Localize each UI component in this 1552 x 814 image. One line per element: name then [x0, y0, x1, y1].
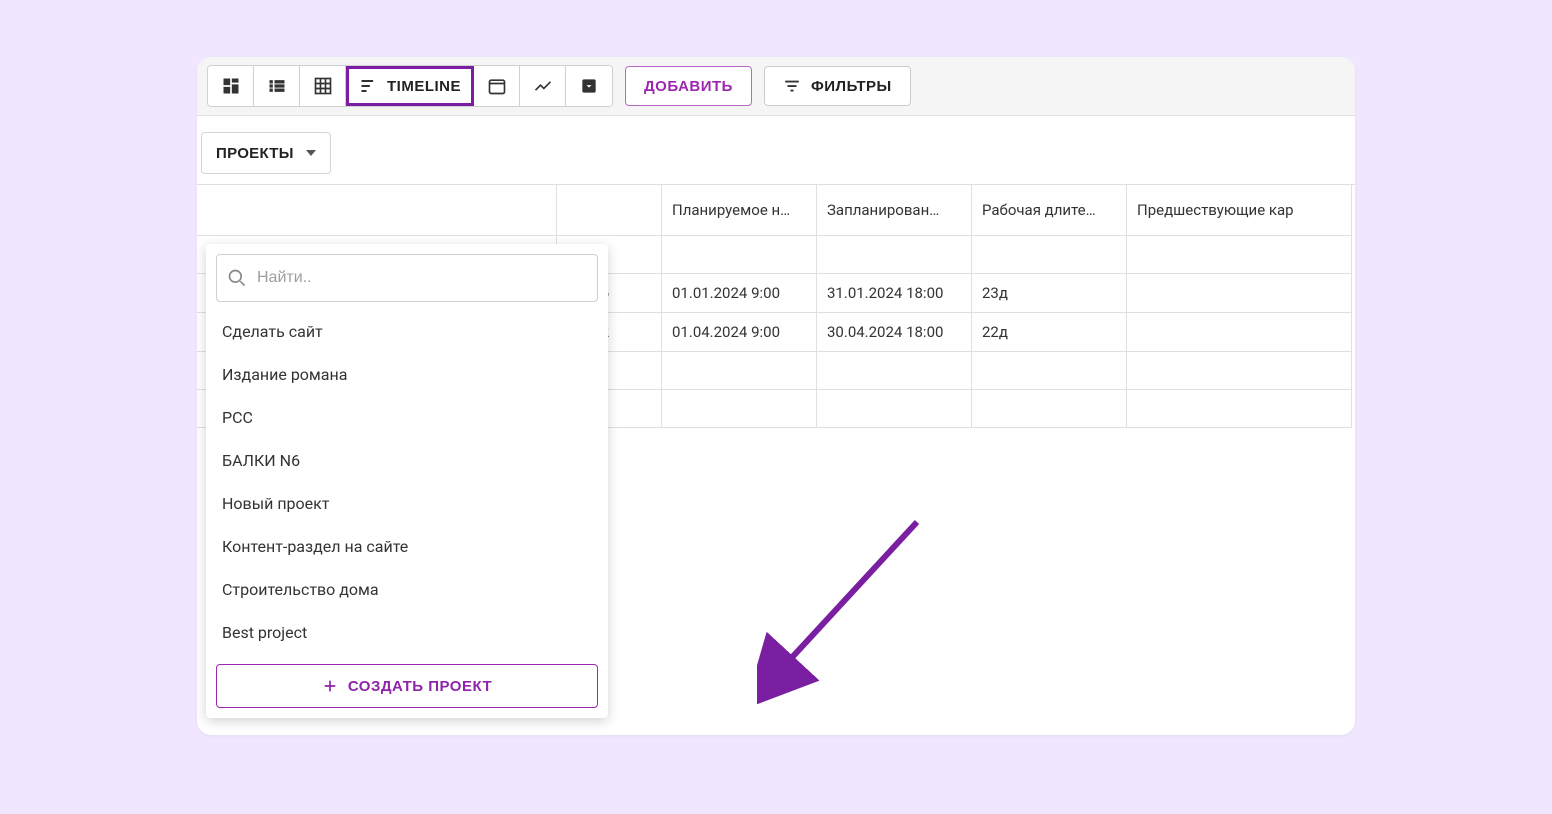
timeline-label: TIMELINE	[387, 78, 461, 95]
search-wrap	[216, 254, 598, 302]
filter-icon	[783, 77, 801, 95]
project-list: Сделать сайт Издание романа РСС БАЛКИ N6…	[216, 310, 598, 654]
col-id	[557, 185, 662, 236]
view-timeline-button[interactable]: TIMELINE	[346, 66, 474, 106]
project-item[interactable]: Новый проект	[216, 482, 598, 525]
project-item[interactable]: Издание романа	[216, 353, 598, 396]
cell-duration: 23д	[972, 274, 1127, 313]
view-list-button[interactable]	[254, 66, 300, 106]
annotation-arrow	[757, 507, 957, 727]
timeline-icon	[359, 76, 379, 96]
cell-duration: 22д	[972, 313, 1127, 352]
create-project-button[interactable]: СОЗДАТЬ ПРОЕКТ	[216, 664, 598, 708]
content-area: ПРОЕКТЫ Планируемое н… Запланирован… Раб…	[197, 116, 1355, 428]
add-button[interactable]: ДОБАВИТЬ	[625, 66, 752, 106]
view-switcher: TIMELINE	[207, 65, 613, 107]
filters-label: ФИЛЬТРЫ	[811, 78, 892, 95]
view-archive-button[interactable]	[566, 66, 612, 106]
view-kanban-button[interactable]	[208, 66, 254, 106]
calendar-icon	[487, 76, 507, 96]
project-item[interactable]: Best project	[216, 611, 598, 654]
cell-start: 01.04.2024 9:00	[662, 313, 817, 352]
projects-dropdown-menu: Сделать сайт Издание романа РСС БАЛКИ N6…	[206, 244, 608, 718]
dashboard-icon	[221, 76, 241, 96]
archive-icon	[579, 76, 599, 96]
grid-icon	[313, 76, 333, 96]
chevron-down-icon	[306, 150, 316, 156]
col-predecessors: Предшествующие кар	[1127, 185, 1352, 236]
toolbar: TIMELINE ДОБАВИТЬ	[197, 57, 1355, 116]
project-item[interactable]: Сделать сайт	[216, 310, 598, 353]
view-chart-button[interactable]	[520, 66, 566, 106]
cell-end: 30.04.2024 18:00	[817, 313, 972, 352]
app-window: TIMELINE ДОБАВИТЬ	[197, 57, 1355, 735]
col-duration: Рабочая длите…	[972, 185, 1127, 236]
table-header: Планируемое н… Запланирован… Рабочая дли…	[197, 185, 1355, 236]
project-item[interactable]: Контент-раздел на сайте	[216, 525, 598, 568]
create-project-label: СОЗДАТЬ ПРОЕКТ	[348, 678, 492, 695]
cell-pred	[1127, 274, 1352, 313]
col-planned-end: Запланирован…	[817, 185, 972, 236]
chart-icon	[533, 76, 553, 96]
search-input[interactable]	[257, 269, 587, 287]
search-icon	[227, 268, 247, 288]
view-grid-button[interactable]	[300, 66, 346, 106]
cell-start: 01.01.2024 9:00	[662, 274, 817, 313]
col-planned-start: Планируемое н…	[662, 185, 817, 236]
project-item[interactable]: Строительство дома	[216, 568, 598, 611]
projects-dropdown-button[interactable]: ПРОЕКТЫ	[201, 132, 331, 174]
cell-end: 31.01.2024 18:00	[817, 274, 972, 313]
project-item[interactable]: РСС	[216, 396, 598, 439]
view-calendar-button[interactable]	[474, 66, 520, 106]
plus-icon	[322, 678, 338, 694]
list-icon	[267, 76, 287, 96]
projects-label: ПРОЕКТЫ	[216, 145, 294, 162]
cell-pred	[1127, 313, 1352, 352]
add-label: ДОБАВИТЬ	[644, 78, 733, 95]
project-item[interactable]: БАЛКИ N6	[216, 439, 598, 482]
filters-button[interactable]: ФИЛЬТРЫ	[764, 66, 911, 106]
col-name	[197, 185, 557, 236]
